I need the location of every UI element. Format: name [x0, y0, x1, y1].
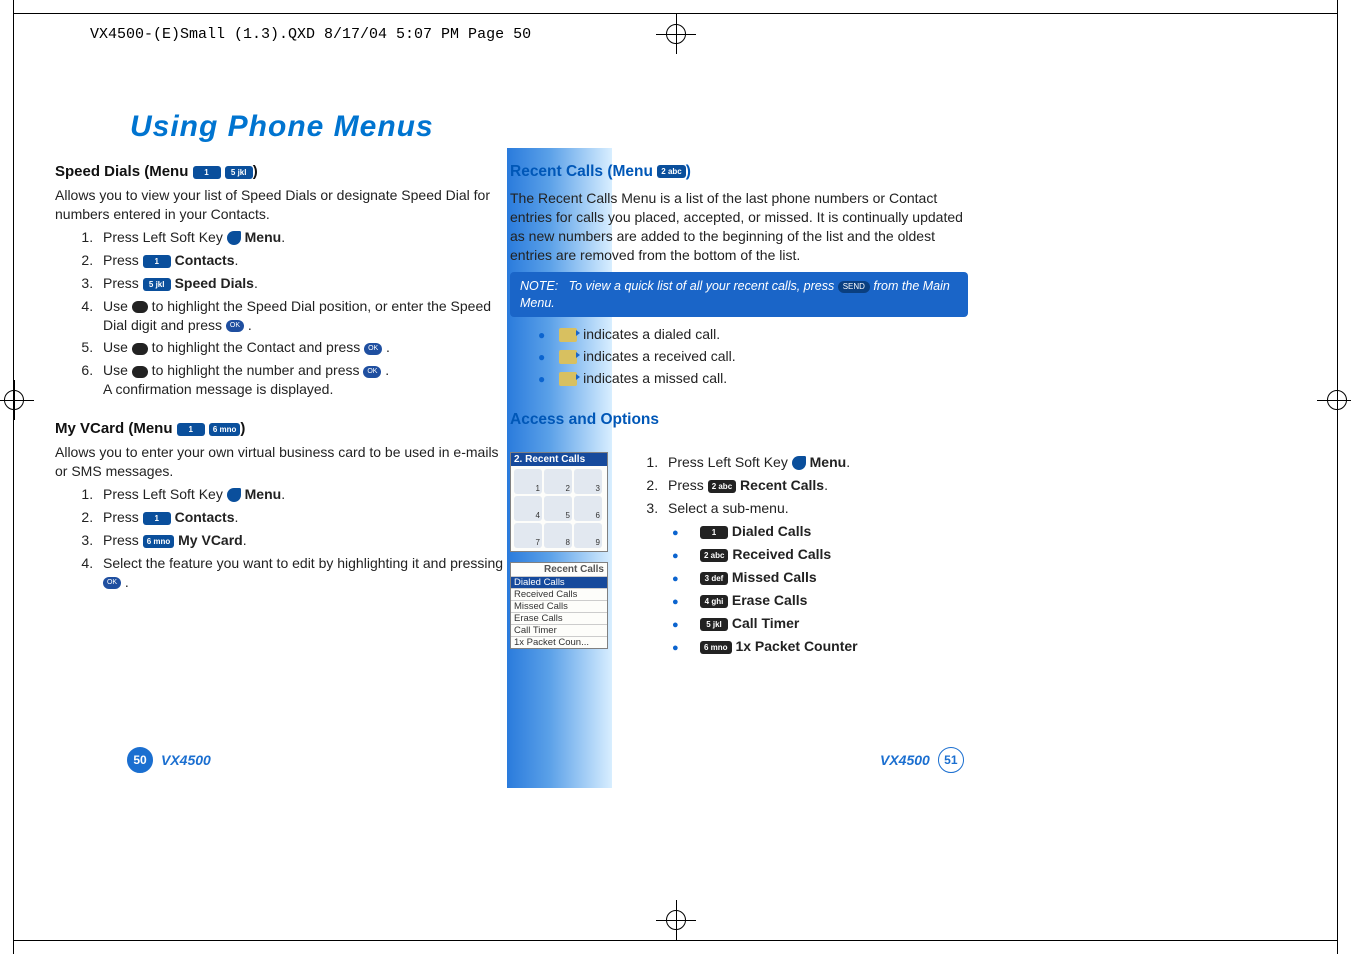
- nav-pad-icon: [132, 366, 148, 378]
- missed-call-icon: [559, 372, 577, 386]
- legend-dialed: indicates a dialed call.: [538, 325, 970, 344]
- list-item: Received Calls: [511, 588, 607, 600]
- model-label: VX4500: [880, 752, 930, 768]
- key-1-icon: 1: [193, 166, 221, 179]
- vc-step-4: Select the feature you want to edit by h…: [97, 554, 505, 592]
- page-number-left: 50: [127, 747, 153, 773]
- note-box: NOTE: To view a quick list of all your r…: [510, 272, 968, 317]
- submenu-dialed: 1 Dialed Calls: [672, 523, 956, 539]
- right-column: Recent Calls (Menu 2 abc) The Recent Cal…: [510, 162, 1220, 437]
- legend-missed: indicates a missed call.: [538, 369, 970, 388]
- phone-screenshots: 2. Recent Calls Recent Calls Dialed Call…: [510, 452, 610, 659]
- key-6-icon: 6 mno: [209, 423, 241, 436]
- submenu-packet: 6 mno 1x Packet Counter: [672, 638, 956, 654]
- key-2-icon: 2 abc: [657, 165, 685, 178]
- key-5-icon: 5 jkl: [143, 278, 171, 291]
- registration-mark-right: [1317, 380, 1351, 420]
- my-vcard-steps: Press Left Soft Key Menu. Press 1 Contac…: [55, 485, 505, 591]
- left-column: Speed Dials (Menu 1 5 jkl) Allows you to…: [55, 162, 505, 602]
- nav-pad-icon: [132, 343, 148, 355]
- my-vcard-heading: My VCard (Menu 1 6 mno): [55, 419, 505, 439]
- key-1-icon: 1: [177, 423, 205, 436]
- ok-key-icon: OK: [226, 320, 244, 332]
- speed-dials-heading: Speed Dials (Menu 1 5 jkl): [55, 162, 505, 182]
- ok-key-icon: OK: [364, 343, 382, 355]
- key-5-icon: 5 jkl: [225, 166, 253, 179]
- key-6-icon: 6 mno: [143, 535, 175, 548]
- sd-step-4: Use to highlight the Speed Dial position…: [97, 297, 505, 335]
- ok-key-icon: OK: [103, 577, 121, 589]
- list-item: 1x Packet Coun...: [511, 636, 607, 648]
- screenshot-recent-calls-list: Recent Calls Dialed Calls Received Calls…: [510, 562, 608, 649]
- key-2-icon: 2 abc: [700, 549, 728, 562]
- recent-calls-heading: Recent Calls (Menu 2 abc): [510, 162, 970, 183]
- ao-step-2: Press 2 abc Recent Calls.: [662, 477, 956, 493]
- received-call-icon: [559, 350, 577, 364]
- submenu-timer: 5 jkl Call Timer: [672, 615, 956, 631]
- key-1-icon: 1: [143, 255, 171, 268]
- submenu-list: 1 Dialed Calls 2 abc Received Calls 3 de…: [626, 523, 956, 654]
- submenu-erase: 4 ghi Erase Calls: [672, 592, 956, 608]
- list-item: Missed Calls: [511, 600, 607, 612]
- ao-step-3: Select a sub-menu.: [662, 500, 956, 516]
- submenu-missed: 3 def Missed Calls: [672, 569, 956, 585]
- left-softkey-icon: [792, 456, 806, 470]
- vc-step-3: Press 6 mno My VCard.: [97, 531, 505, 550]
- registration-mark-left: [0, 380, 34, 420]
- crop-frame-top: [0, 0, 1351, 14]
- page-title: Using Phone Menus: [130, 110, 434, 144]
- send-key-icon: SEND: [838, 281, 870, 293]
- key-2-icon: 2 abc: [708, 480, 736, 493]
- speed-dials-steps: Press Left Soft Key Menu. Press 1 Contac…: [55, 228, 505, 399]
- key-1-icon: 1: [700, 526, 728, 539]
- registration-mark-bottom: [656, 900, 696, 940]
- left-softkey-icon: [227, 231, 241, 245]
- crop-frame-right: [1337, 0, 1351, 954]
- sd-step-3: Press 5 jkl Speed Dials.: [97, 274, 505, 293]
- submenu-received: 2 abc Received Calls: [672, 546, 956, 562]
- ao-step-1: Press Left Soft Key Menu.: [662, 454, 956, 470]
- list-item: Dialed Calls: [511, 576, 607, 588]
- nav-pad-icon: [132, 301, 148, 313]
- key-6-icon: 6 mno: [700, 641, 732, 654]
- model-label: VX4500: [161, 752, 211, 768]
- sd-step-5: Use to highlight the Contact and press O…: [97, 338, 505, 357]
- list-item: Call Timer: [511, 624, 607, 636]
- left-softkey-icon: [227, 488, 241, 502]
- vc-step-2: Press 1 Contacts.: [97, 508, 505, 527]
- key-1-icon: 1: [143, 512, 171, 525]
- print-slug: VX4500-(E)Small (1.3).QXD 8/17/04 5:07 P…: [90, 26, 531, 43]
- crop-frame-bottom: [0, 940, 1351, 954]
- page-number-right: 51: [938, 747, 964, 773]
- my-vcard-description: Allows you to enter your own virtual bus…: [55, 443, 505, 481]
- key-5-icon: 5 jkl: [700, 618, 728, 631]
- call-icon-legend: indicates a dialed call. indicates a rec…: [510, 325, 970, 388]
- key-3-icon: 3 def: [700, 572, 728, 585]
- access-options-steps: Press Left Soft Key Menu. Press 2 abc Re…: [626, 450, 956, 661]
- sd-step-1: Press Left Soft Key Menu.: [97, 228, 505, 247]
- dialed-call-icon: [559, 328, 577, 342]
- ok-key-icon: OK: [363, 366, 381, 378]
- vc-step-1: Press Left Soft Key Menu.: [97, 485, 505, 504]
- legend-received: indicates a received call.: [538, 347, 970, 366]
- recent-calls-description: The Recent Calls Menu is a list of the l…: [510, 189, 970, 265]
- footer-right: VX4500 51: [880, 747, 964, 773]
- footer-left: 50 VX4500: [127, 747, 211, 773]
- registration-mark-top: [656, 14, 696, 54]
- screenshot-main-menu: 2. Recent Calls: [510, 452, 608, 552]
- speed-dials-description: Allows you to view your list of Speed Di…: [55, 186, 505, 224]
- sd-step-6: Use to highlight the number and press OK…: [97, 361, 505, 399]
- sd-step-2: Press 1 Contacts.: [97, 251, 505, 270]
- crop-frame-left: [0, 0, 14, 954]
- list-item: Erase Calls: [511, 612, 607, 624]
- key-4-icon: 4 ghi: [700, 595, 728, 608]
- access-options-heading: Access and Options: [510, 410, 970, 431]
